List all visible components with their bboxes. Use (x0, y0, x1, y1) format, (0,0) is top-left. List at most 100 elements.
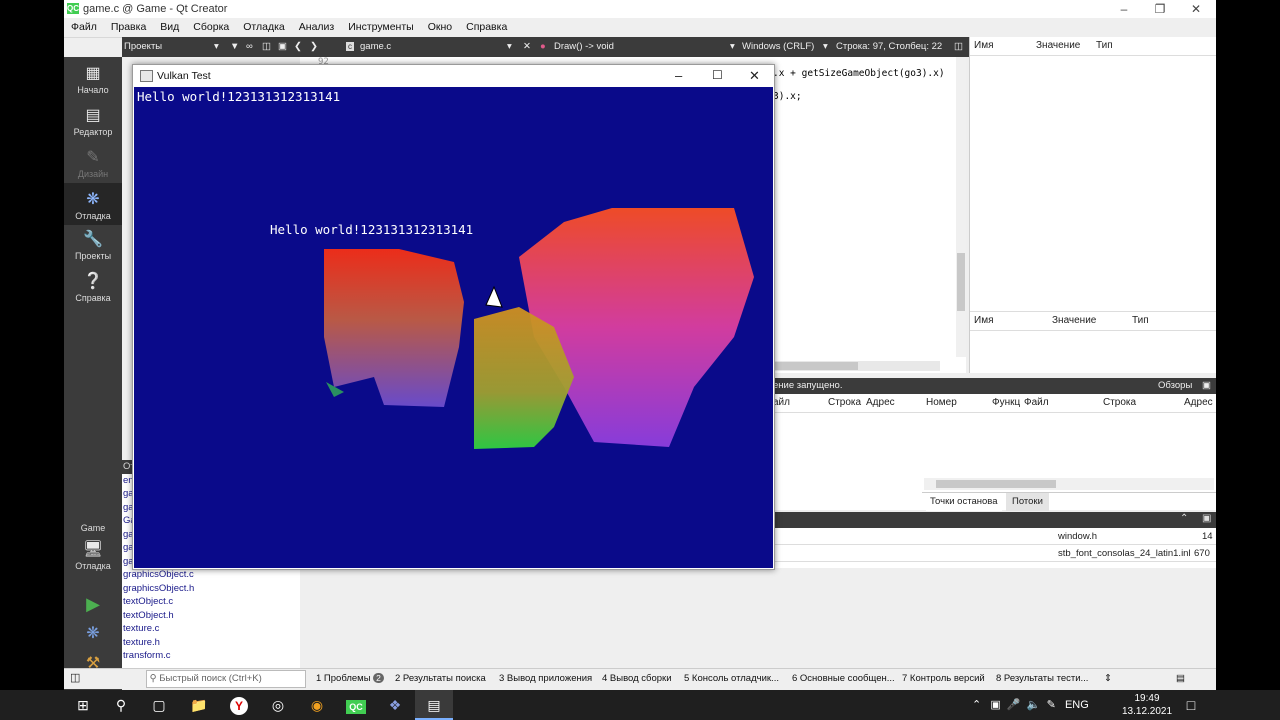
tab-app-output[interactable]: 3 Вывод приложения (499, 673, 592, 684)
tab-compile-output[interactable]: 4 Вывод сборки (602, 673, 672, 684)
maximize-button[interactable]: ☐ (712, 68, 723, 82)
task-view-icon[interactable]: ▢ (140, 690, 178, 720)
tray-chevron-icon[interactable]: ⌃ (972, 699, 981, 711)
tree-item[interactable]: texture.c (122, 622, 300, 636)
maximize-pane-icon[interactable]: ▣ (1202, 378, 1211, 394)
line-ending-dropdown[interactable]: Windows (CRLF) (742, 41, 814, 52)
mode-help[interactable]: ❔ Справка (64, 271, 122, 311)
vertical-scrollbar[interactable] (956, 57, 966, 357)
start-icon[interactable]: ⊞ (64, 690, 102, 720)
expr-col-value[interactable]: Значение (1052, 312, 1096, 330)
tab-test-results[interactable]: 8 Результаты тести... (996, 673, 1088, 684)
horizontal-scrollbar[interactable] (924, 478, 1214, 490)
tree-item[interactable]: transform.c (122, 649, 300, 663)
collapse-icon[interactable]: ⌃ (1180, 513, 1188, 524)
volume-icon[interactable]: 🔈 (1027, 699, 1041, 711)
run-button[interactable]: ▶ (64, 593, 122, 619)
minimize-button[interactable]: – (675, 68, 682, 83)
pen-icon[interactable]: ✎ (1047, 699, 1056, 711)
chevron-down-icon[interactable]: ▾ (823, 41, 828, 52)
blender-icon[interactable]: ◉ (298, 690, 336, 720)
restore-button[interactable]: ❐ (1142, 0, 1178, 18)
close-button[interactable]: ✕ (749, 68, 760, 84)
tab-threads[interactable]: Потоки (1006, 493, 1049, 511)
more-tabs-icon[interactable]: ⇕ (1104, 673, 1112, 684)
back-icon[interactable]: ❮ (294, 41, 302, 52)
yandex-icon[interactable]: Y (220, 690, 258, 720)
vulkan-app-icon[interactable]: ▤ (415, 690, 453, 720)
mode-projects[interactable]: 🔧 Проекты (64, 229, 122, 269)
locals-col-value[interactable]: Значение (1036, 37, 1080, 55)
tab-debugger-console[interactable]: 5 Консоль отладчик... (684, 673, 779, 684)
mode-design[interactable]: ✎ Дизайн (64, 147, 122, 187)
chevron-down-icon[interactable]: ▾ (730, 41, 735, 52)
tab-problems[interactable]: 1 Проблемы 2 (316, 673, 384, 684)
tree-item[interactable]: texture.h (122, 636, 300, 650)
menu-view[interactable]: Вид (153, 18, 186, 37)
search-icon[interactable]: ⚲ (102, 690, 140, 720)
threads-col-function[interactable]: Функц (992, 394, 1020, 412)
maximize-pane-icon[interactable]: ▣ (1202, 513, 1211, 524)
filter-icon[interactable]: ▼ (230, 41, 239, 52)
tab-search-results[interactable]: 2 Результаты поиска (395, 673, 486, 684)
scrollbar-thumb[interactable] (936, 480, 1056, 488)
threads-col-address[interactable]: Адрес (1184, 394, 1213, 412)
debug-run-button[interactable]: ❋ (64, 623, 122, 649)
vulkan-render-surface[interactable]: Hello world!123131312313141 Hello world!… (134, 87, 773, 568)
microphone-icon[interactable]: 🎤 (1007, 699, 1021, 711)
menu-tools[interactable]: Инструменты (341, 18, 420, 37)
tab-general-messages[interactable]: 6 Основные сообщен... (792, 673, 895, 684)
menu-file[interactable]: Файл (64, 18, 104, 37)
list-item[interactable]: stb_font_consolas_24_latin1.inl 670 (744, 545, 1216, 562)
visual-studio-icon[interactable]: ❖ (376, 690, 414, 720)
locator-search[interactable]: ⚲ Быстрый поиск (Ctrl+K) (146, 670, 306, 688)
close-button[interactable]: ✕ (1178, 0, 1214, 18)
list-item[interactable]: window.h 14 (744, 528, 1216, 545)
tab-version-control[interactable]: 7 Контроль версий (902, 673, 985, 684)
threads-col-line[interactable]: Строка (1103, 394, 1136, 412)
notifications-icon[interactable]: □ (1172, 690, 1210, 720)
qtcreator-icon[interactable]: QC (337, 690, 375, 720)
forward-icon[interactable]: ❯ (310, 41, 318, 52)
tab-breakpoints[interactable]: Точки останова (926, 493, 1002, 511)
open-file-dropdown[interactable]: game.c (360, 41, 391, 52)
scrollbar-thumb[interactable] (957, 253, 965, 311)
output-toggle-icon[interactable]: ▤ (1176, 673, 1185, 684)
chevron-down-icon[interactable]: ▾ (214, 41, 219, 52)
mode-editor[interactable]: ▤ Редактор (64, 105, 122, 145)
explorer-icon[interactable]: 📁 (180, 690, 218, 720)
threads-col-number[interactable]: Номер (926, 394, 957, 412)
split-right-icon[interactable]: ◫ (954, 41, 963, 52)
function-dropdown[interactable]: Draw() -> void (554, 41, 614, 52)
sidebar-toggle-icon[interactable]: ◫ (70, 671, 80, 684)
stack-col-line[interactable]: Строка (828, 394, 861, 412)
menu-debug[interactable]: Отладка (236, 18, 292, 37)
stack-col-address[interactable]: Адрес (866, 394, 895, 412)
clock[interactable]: 19:49 13.12.2021 (1122, 692, 1172, 718)
tree-item[interactable]: graphicsObject.c (122, 568, 300, 582)
obs-icon[interactable]: ◎ (259, 690, 297, 720)
stack-col-file[interactable]: айл (773, 394, 790, 412)
close-file-icon[interactable]: ✕ (523, 41, 531, 52)
menu-build[interactable]: Сборка (186, 18, 236, 37)
locals-col-type[interactable]: Тип (1096, 37, 1113, 55)
language-indicator[interactable]: ENG (1065, 699, 1089, 711)
split-icon[interactable]: ◫ (262, 41, 271, 52)
mode-welcome[interactable]: ▦ Начало (64, 63, 122, 103)
chevron-down-icon[interactable]: ▾ (507, 41, 512, 52)
menu-edit[interactable]: Правка (104, 18, 153, 37)
threads-col-file[interactable]: Файл (1024, 394, 1049, 412)
tree-item[interactable]: textObject.h (122, 609, 300, 623)
tree-item[interactable]: graphicsObject.h (122, 582, 300, 596)
views-button[interactable]: Обзоры (1158, 378, 1192, 394)
minimize-button[interactable]: – (1106, 0, 1142, 18)
network-icon[interactable]: ▣ (990, 699, 1000, 711)
mode-debug[interactable]: ❋ Отладка (64, 183, 122, 225)
tree-item[interactable]: textObject.c (122, 595, 300, 609)
menu-help[interactable]: Справка (459, 18, 514, 37)
projects-dropdown[interactable]: Проекты (124, 41, 162, 52)
expr-col-type[interactable]: Тип (1132, 312, 1149, 330)
locals-col-name[interactable]: Имя (974, 37, 993, 55)
expr-col-name[interactable]: Имя (974, 312, 993, 330)
menu-analyze[interactable]: Анализ (292, 18, 341, 37)
